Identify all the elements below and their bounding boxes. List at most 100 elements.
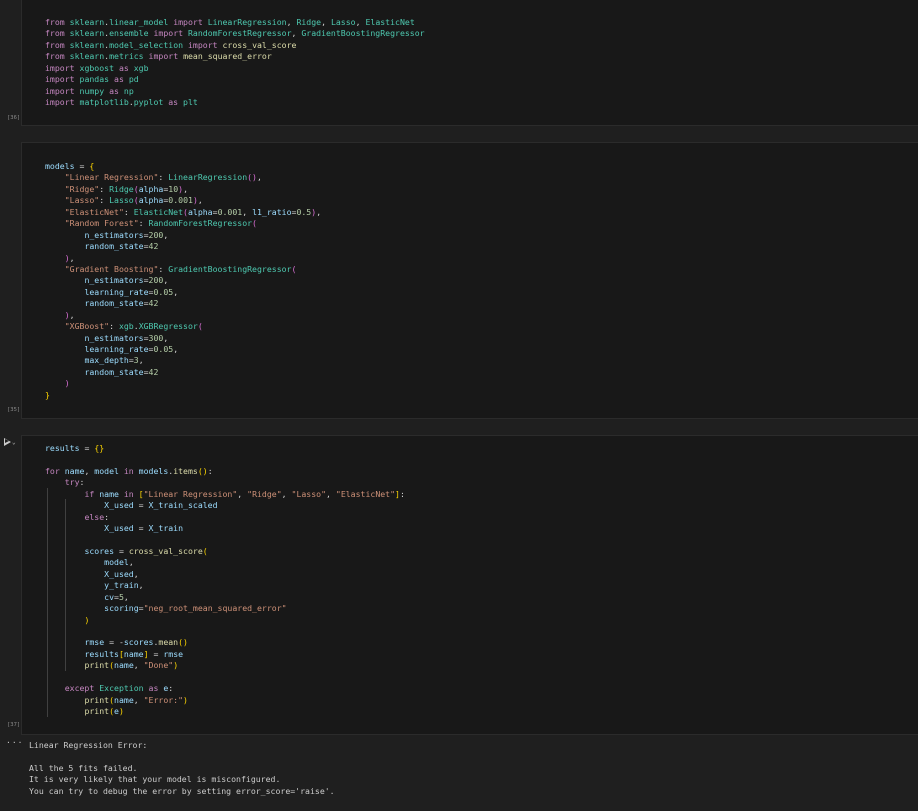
code-line[interactable]: except Exception as e:	[45, 683, 405, 694]
code-line[interactable]: try:	[45, 477, 405, 488]
code-token: =	[74, 161, 90, 171]
code-line[interactable]: from sklearn.model_selection import cros…	[45, 40, 425, 51]
code-token: :	[399, 488, 405, 499]
code-line[interactable]: from sklearn.metrics import mean_squared…	[45, 51, 425, 62]
code-token: (	[197, 321, 203, 332]
code-token: try	[64, 477, 80, 488]
code-token: ,	[242, 206, 253, 217]
code-line[interactable]: print(name, "Error:")	[45, 695, 405, 706]
code-line[interactable]: import xgboost as xgb	[45, 63, 425, 74]
code-token: np	[123, 85, 134, 96]
code-token: xgb	[118, 321, 134, 332]
code-line[interactable]: models = {	[45, 161, 321, 172]
code-token: ,	[123, 591, 129, 602]
code-line[interactable]: )	[45, 378, 321, 389]
code-line[interactable]	[45, 626, 405, 637]
code-token: )	[183, 694, 188, 705]
code-line[interactable]: X_used,	[45, 569, 405, 580]
code-line[interactable]: ),	[45, 310, 321, 321]
code-line[interactable]: if name in ["Linear Regression", "Ridge"…	[45, 488, 405, 500]
code-line[interactable]: model,	[45, 557, 405, 568]
code-token: except	[64, 683, 100, 694]
code-editor-training[interactable]: results = {} for name, model in models.it…	[45, 443, 405, 718]
code-line[interactable]: results = {}	[45, 443, 405, 454]
code-token: ,	[138, 355, 144, 366]
code-line[interactable]: rmse = -scores.mean()	[45, 637, 405, 648]
code-token: ,	[69, 252, 75, 263]
code-token: RandomForestRegressor	[148, 218, 253, 229]
code-line[interactable]: "Lasso": Lasso(alpha=0.001),	[45, 195, 321, 206]
code-token: ,	[133, 694, 144, 705]
code-token: import	[45, 85, 80, 96]
code-token: 0.5	[296, 206, 312, 217]
code-token: learning_rate	[84, 286, 149, 297]
code-token: metrics	[109, 51, 144, 62]
code-line[interactable]: n_estimators=200,	[45, 230, 321, 241]
code-line[interactable]	[45, 672, 405, 683]
code-token: pd	[128, 74, 139, 85]
code-token: =	[79, 443, 95, 453]
code-line[interactable]: y_train,	[45, 580, 405, 591]
code-line[interactable]: cv=5,	[45, 592, 405, 603]
code-line[interactable]: ),	[45, 253, 321, 264]
code-line[interactable]: X_used = X_train_scaled	[45, 500, 405, 511]
code-line[interactable]: )	[45, 615, 405, 626]
code-line[interactable]: n_estimators=200,	[45, 275, 321, 286]
code-line[interactable]: "Linear Regression": LinearRegression(),	[45, 172, 321, 183]
code-token: 42	[148, 366, 159, 377]
code-token: import	[183, 39, 223, 50]
code-line[interactable]: "Gradient Boosting": GradientBoostingReg…	[45, 264, 321, 275]
code-line[interactable]	[45, 535, 405, 546]
code-editor-models[interactable]: models = { "Linear Regression": LinearRe…	[45, 161, 321, 401]
code-line[interactable]: "ElasticNet": ElasticNet(alpha=0.001, l1…	[45, 207, 321, 218]
code-line[interactable]: import pandas as pd	[45, 74, 425, 85]
code-line[interactable]: n_estimators=300,	[45, 333, 321, 344]
code-line[interactable]	[45, 454, 405, 465]
code-token: ,	[133, 568, 139, 579]
code-line[interactable]: results[name] = rmse	[45, 649, 405, 660]
code-token: )	[64, 378, 70, 389]
output-more-actions[interactable]: ···	[6, 738, 23, 747]
code-line[interactable]: random_state=42	[45, 298, 321, 309]
code-line[interactable]: "Ridge": Ridge(alpha=10),	[45, 184, 321, 195]
code-line[interactable]: X_used = X_train	[45, 523, 405, 534]
code-token: random_state	[84, 241, 144, 252]
code-line[interactable]: print(name, "Done")	[45, 660, 405, 671]
code-line[interactable]: max_depth=3,	[45, 355, 321, 366]
code-token: model	[94, 465, 119, 476]
code-line[interactable]: learning_rate=0.05,	[45, 287, 321, 298]
code-token: (	[291, 263, 297, 274]
code-token: name	[114, 694, 134, 705]
code-line[interactable]: scores = cross_val_score(	[45, 546, 405, 557]
code-line[interactable]: else:	[45, 512, 405, 523]
code-editor-imports[interactable]: from sklearn.linear_model import LinearR…	[45, 17, 425, 109]
code-line[interactable]: random_state=42	[45, 367, 321, 378]
code-token: X_used	[104, 523, 134, 534]
code-line[interactable]: "XGBoost": xgb.XGBRegressor(	[45, 321, 321, 332]
code-line[interactable]: import matplotlib.pyplot as plt	[45, 97, 425, 108]
code-token: ElasticNet	[133, 206, 184, 217]
code-line[interactable]: scoring="neg_root_mean_squared_error"	[45, 603, 405, 614]
code-token: :	[99, 195, 110, 206]
code-token: scores	[84, 545, 115, 556]
code-line[interactable]: from sklearn.ensemble import RandomFores…	[45, 28, 425, 39]
code-line[interactable]: import numpy as np	[45, 86, 425, 97]
code-token: "neg_root_mean_squared_error"	[143, 603, 287, 614]
code-line[interactable]: learning_rate=0.05,	[45, 344, 321, 355]
code-line[interactable]: print(e)	[45, 706, 405, 717]
code-token: as	[143, 683, 164, 694]
code-line[interactable]: from sklearn.linear_model import LinearR…	[45, 17, 425, 28]
code-line[interactable]: random_state=42	[45, 241, 321, 252]
code-token: matplotlib	[79, 97, 129, 108]
code-line[interactable]: }	[45, 390, 321, 401]
code-token: ,	[237, 488, 248, 499]
code-line[interactable]: "Random Forest": RandomForestRegressor(	[45, 218, 321, 229]
code-token: XGBRegressor	[138, 321, 198, 332]
code-line[interactable]: for name, model in models.items():	[45, 466, 405, 477]
